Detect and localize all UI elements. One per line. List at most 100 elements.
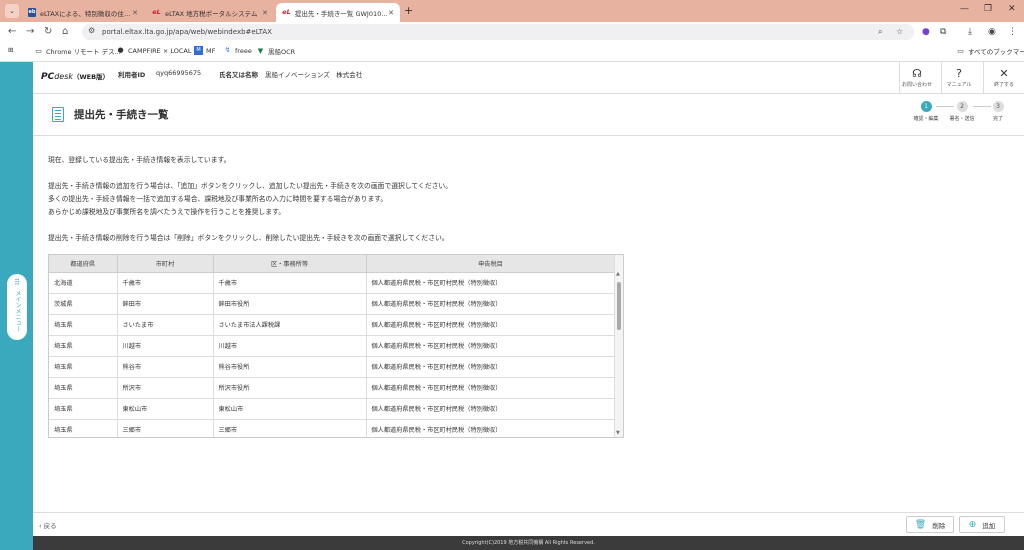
apps-grid-icon[interactable]: ⊞ [8, 46, 13, 54]
table-row: 埼玉県 熊谷市 熊谷市役所 個人都道府県民税・市区町村民税（特別徴収） [49, 356, 616, 378]
scroll-down-icon[interactable]: ▼ [616, 430, 620, 436]
table-row: 埼玉県 さいたま市 さいたま市法人課税課 個人都道府県民税・市区町村民税（特別徴収） [49, 314, 616, 336]
new-tab-icon[interactable]: + [404, 4, 413, 17]
plus-circle-icon: ⊕ [968, 519, 977, 530]
table-header-row: 都道府県 市町村 区・事務所等 申告税目 [49, 255, 616, 273]
reload-icon[interactable]: ↻ [44, 25, 52, 39]
tab-title: eLTAXによる、特別徴収の住民税... [40, 9, 132, 18]
exit-label: 終了する [993, 82, 1014, 88]
add-button[interactable]: ⊕ 追加 [959, 516, 1005, 533]
scroll-up-icon[interactable]: ▲ [616, 271, 620, 277]
scrollbar-thumb[interactable] [617, 282, 621, 330]
download-icon[interactable]: ⤓ [968, 26, 972, 38]
eltax-favicon-icon: eL [152, 8, 161, 16]
pcdesk-logo: PCdesk（WEB版） [41, 71, 109, 82]
globe-icon: ● [117, 46, 124, 54]
extensions-puzzle-icon[interactable]: ⧉ [940, 26, 946, 38]
close-tab-icon[interactable]: ✕ [132, 9, 138, 17]
all-bookmarks-label: すべてのブックマーク [968, 48, 1024, 56]
back-arrow-icon[interactable]: ← [8, 25, 16, 39]
table-row: 北海道 千歳市 千歳市 個人都道府県民税・市区町村民税（特別徴収） [49, 272, 616, 294]
cell-city: 鉾田市 [117, 293, 214, 315]
step-number: 2 [956, 101, 968, 112]
cell-tax-type: 個人都道府県民税・市区町村民税（特別徴収） [366, 356, 616, 378]
logo-desk: desk [54, 72, 74, 81]
tab-title: 提出先・手続き一覧 GWJ01010 [294, 9, 389, 18]
footer-action-bar: ‹ 戻る 🗑 削除 ⊕ 追加 [33, 512, 1024, 536]
extension-icon[interactable]: ● [922, 26, 930, 38]
step-number: 3 [992, 101, 1004, 112]
trash-icon: 🗑 [914, 519, 927, 530]
cell-city: さいたま市 [117, 314, 214, 336]
table-row: 埼玉県 三郷市 三郷市 個人都道府県民税・市区町村民税（特別徴収） [49, 419, 616, 437]
window-close-icon[interactable]: ✕ [1008, 4, 1016, 14]
cell-city: 千歳市 [117, 272, 214, 294]
cell-tax-type: 個人都道府県民税・市区町村民税（特別徴収） [366, 377, 616, 399]
step-label: 署名・送信 [949, 116, 975, 122]
user-id-value: qyq66995675 [156, 69, 202, 77]
step-1: 1 確認・編集 [906, 101, 946, 122]
folder-icon: ▭ [35, 46, 42, 55]
bookmark-star-icon[interactable]: ☆ [896, 24, 903, 40]
bookmark-item[interactable]: ● CAMPFIRE × LOCAL [116, 46, 191, 55]
step-3: 3 完了 [978, 101, 1018, 122]
add-label: 追加 [982, 521, 996, 530]
cell-prefecture: 北海道 [49, 272, 118, 294]
kurofune-icon: ▼ [257, 46, 264, 55]
main-menu-label: メインメニュー [14, 290, 21, 332]
bookmark-item[interactable]: ↯ freee [223, 46, 252, 55]
cell-city: 熊谷市 [117, 356, 214, 378]
home-icon[interactable]: ⌂ [62, 25, 68, 39]
bookmark-item[interactable]: M MF [194, 46, 215, 55]
minimize-icon[interactable]: — [960, 4, 969, 14]
contact-button[interactable]: ☊ お問い合わせ [899, 62, 934, 93]
browser-tab-2[interactable]: eL eLTAX 地方税ポータルシステム ✕ [146, 3, 274, 22]
bookmarks-bar: ⊞ ▭ Chrome リモート デス... ● CAMPFIRE × LOCAL M… [0, 42, 1024, 62]
url-text: portal.eltax.lta.go.jp/apa/web/webindexb… [102, 28, 272, 36]
browser-tab-active[interactable]: eL 提出先・手続き一覧 GWJ01010 ✕ [276, 3, 400, 22]
main-menu-button[interactable]: ⠿ メインメニュー [7, 274, 27, 340]
back-link[interactable]: ‹ 戻る [39, 520, 57, 530]
bookmark-item[interactable]: ▭ Chrome リモート デス... [34, 46, 121, 57]
mf-icon: M [194, 46, 203, 55]
cell-city: 東松山市 [117, 398, 214, 420]
menu-dots-icon[interactable]: ⋮ [1008, 26, 1017, 38]
headset-icon: ☊ [912, 67, 922, 80]
forward-arrow-icon[interactable]: → [26, 25, 34, 39]
url-bar[interactable]: ⚙ portal.eltax.lta.go.jp/apa/web/webinde… [82, 24, 914, 40]
help-icon: ? [956, 67, 962, 80]
cell-prefecture: 茨城県 [49, 293, 118, 315]
table-scrollbar[interactable]: ▲ ▼ [614, 255, 623, 437]
close-tab-icon[interactable]: ✕ [262, 9, 268, 17]
cell-tax-type: 個人都道府県民税・市区町村民税（特別徴収） [366, 398, 616, 420]
cell-office: 川越市 [213, 335, 367, 357]
exit-button[interactable]: ✕ 終了する [983, 62, 1024, 93]
bookmark-label: Chrome リモート デス... [46, 48, 121, 56]
close-tab-icon[interactable]: ✕ [388, 9, 394, 17]
cell-tax-type: 個人都道府県民税・市区町村民税（特別徴収） [366, 419, 616, 437]
document-icon [52, 107, 64, 122]
restore-icon[interactable]: ❐ [984, 4, 992, 14]
manual-label: マニュアル [946, 82, 972, 88]
cell-city: 三郷市 [117, 419, 214, 437]
logo-pc: PC [41, 72, 55, 82]
cell-tax-type: 個人都道府県民税・市区町村民税（特別徴収） [366, 314, 616, 336]
bookmark-item[interactable]: ▼ 黒船OCR [256, 46, 295, 57]
tab-search-icon[interactable]: ⌄ [5, 4, 19, 18]
delete-button[interactable]: 🗑 削除 [906, 516, 954, 533]
site-info-icon[interactable]: ⚙ [88, 26, 95, 35]
page-title: 提出先・手続き一覧 [74, 109, 169, 121]
freee-icon: ↯ [224, 46, 231, 54]
table-row: 埼玉県 川越市 川越市 個人都道府県民税・市区町村民税（特別徴収） [49, 335, 616, 357]
browser-tab-1[interactable]: eb eLTAXによる、特別徴収の住民税... ✕ [22, 3, 144, 22]
cell-office: さいたま市法人課税課 [213, 314, 367, 336]
zoom-icon[interactable]: ⌕ [878, 24, 882, 40]
cell-prefecture: 埼玉県 [49, 314, 118, 336]
manual-button[interactable]: ? マニュアル [941, 62, 976, 93]
profile-avatar[interactable]: ◉ [988, 26, 996, 38]
address-toolbar: ← → ↻ ⌂ ⚙ portal.eltax.lta.go.jp/apa/web… [0, 22, 1024, 42]
page-header: 提出先・手続き一覧 1 確認・編集 2 署名・送信 3 完了 [33, 94, 1024, 136]
all-bookmarks[interactable]: ▭ すべてのブックマーク [956, 46, 1024, 57]
main-content: 現在、登録している提出先・手続き情報を表示しています。 提出先・手続き情報の追加… [33, 136, 1024, 512]
cell-office: 所沢市役所 [213, 377, 367, 399]
